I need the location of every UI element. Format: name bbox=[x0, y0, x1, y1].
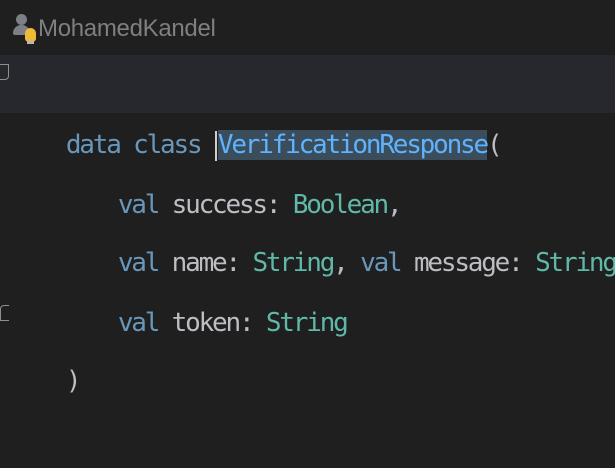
code-line-2[interactable]: val success: Boolean, bbox=[12, 118, 403, 220]
author-icon bbox=[13, 13, 36, 45]
author-name: MohamedKandel bbox=[38, 15, 216, 42]
code-editor[interactable]: MohamedKandel data class VerificationRes… bbox=[0, 0, 615, 415]
type-name: String bbox=[265, 308, 349, 338]
property-name: token bbox=[171, 308, 241, 338]
author-hint[interactable]: MohamedKandel bbox=[13, 13, 216, 45]
colon: : bbox=[238, 308, 255, 338]
keyword-val: val bbox=[117, 308, 161, 338]
open-paren: ( bbox=[486, 130, 503, 160]
property-name: message bbox=[413, 248, 510, 278]
fold-icon[interactable] bbox=[0, 305, 9, 321]
code-line-4[interactable]: val token: String bbox=[12, 236, 349, 338]
code-line-3[interactable]: val name: String, val message: String, bbox=[12, 176, 615, 278]
code-line-1[interactable]: data class VerificationResponse( bbox=[12, 58, 503, 161]
type-name: String bbox=[535, 248, 615, 278]
colon: : bbox=[508, 248, 524, 278]
code-line-5[interactable]: ) bbox=[12, 294, 82, 396]
close-paren: ) bbox=[65, 366, 82, 396]
fold-icon[interactable] bbox=[0, 64, 9, 80]
keyword-val: val bbox=[360, 248, 403, 278]
